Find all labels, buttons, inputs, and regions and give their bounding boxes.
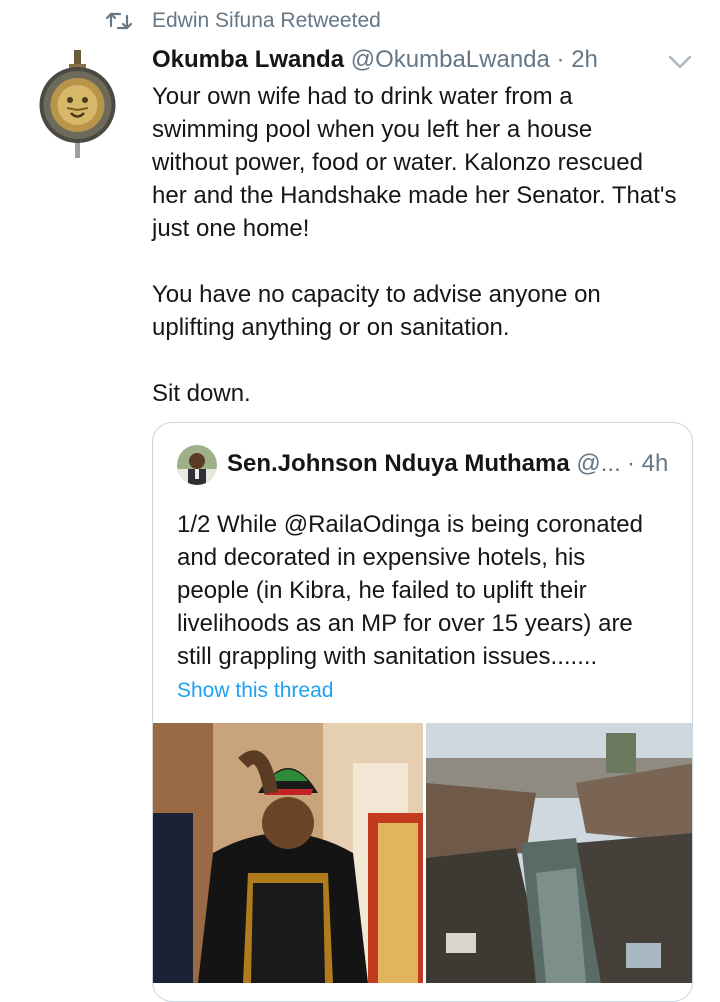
chevron-down-icon[interactable] <box>666 52 694 72</box>
separator-dot: · <box>627 450 635 477</box>
tweet-paragraph: Sit down. <box>152 380 251 407</box>
quoted-author-avatar[interactable] <box>177 445 217 485</box>
author-avatar[interactable] <box>37 50 118 158</box>
quoted-tweet[interactable]: Sen.Johnson Nduya Muthama @... · 4h 1/2 … <box>152 422 693 1002</box>
tweet-header: Okumba Lwanda @OkumbaLwanda · 2h <box>152 46 598 74</box>
quoted-header: Sen.Johnson Nduya Muthama @... <box>227 450 621 478</box>
quoted-time[interactable]: 4h <box>642 450 669 477</box>
retweet-icon <box>106 12 132 30</box>
sanitation-slum-photo[interactable] <box>426 723 693 983</box>
tweet-paragraph: You have no capacity to advise anyone on… <box>152 281 601 341</box>
author-name[interactable]: Okumba Lwanda <box>152 46 344 73</box>
separator-dot: · <box>556 46 565 73</box>
quoted-author-handle[interactable]: @... <box>576 450 620 477</box>
retweet-label[interactable]: Edwin Sifuna Retweeted <box>152 9 381 33</box>
tweet-paragraph: Your own wife had to drink water from a … <box>152 83 677 242</box>
tweet-time[interactable]: 2h <box>571 46 598 73</box>
coronation-photo[interactable] <box>153 723 423 983</box>
show-thread-link[interactable]: Show this thread <box>177 679 333 703</box>
quoted-text: 1/2 While @RailaOdinga is being coronate… <box>177 511 643 670</box>
quoted-time-wrap: · 4h <box>627 450 668 478</box>
author-handle[interactable]: @OkumbaLwanda <box>351 46 550 73</box>
quoted-author-name[interactable]: Sen.Johnson Nduya Muthama <box>227 450 570 477</box>
tweet-text: Your own wife had to drink water from a … <box>152 80 707 410</box>
